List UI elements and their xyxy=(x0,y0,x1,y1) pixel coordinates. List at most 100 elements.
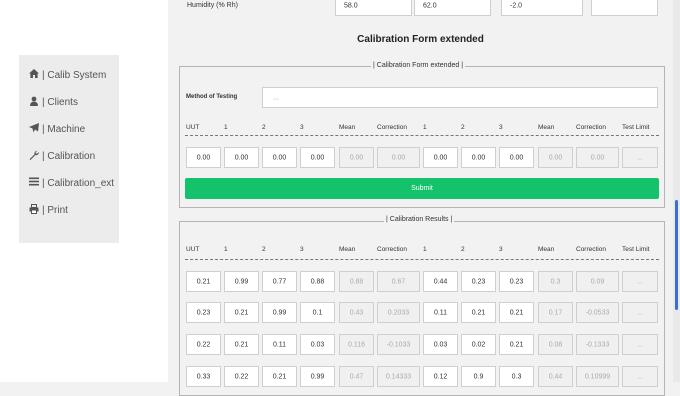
value-field[interactable]: -0.1333 xyxy=(576,334,619,355)
column-header: 3 xyxy=(499,246,503,253)
value-field[interactable]: 0.21 xyxy=(461,302,496,323)
value-field[interactable]: 0.3 xyxy=(538,271,573,292)
value-field[interactable]: 0.99 xyxy=(300,366,335,387)
value-field[interactable]: 0.00 xyxy=(499,147,534,168)
humidity-value-field[interactable]: 62.0 xyxy=(414,0,491,16)
value-field[interactable]: ... xyxy=(622,302,658,323)
value-field[interactable]: 0.11 xyxy=(423,302,458,323)
value-field[interactable]: ... xyxy=(622,334,658,355)
value-field[interactable]: 0.21 xyxy=(499,334,534,355)
column-header: Mean xyxy=(538,124,555,131)
value-field[interactable]: 0.67 xyxy=(377,271,420,292)
value-field[interactable]: 0.08 xyxy=(538,334,573,355)
sidebar-item-label: | Clients xyxy=(42,97,78,108)
humidity-value-field[interactable] xyxy=(591,0,658,16)
value-field[interactable]: 0.21 xyxy=(262,366,297,387)
value-field[interactable]: 0.23 xyxy=(461,271,496,292)
value-field[interactable]: 0.17 xyxy=(538,302,573,323)
sidebar-item-label: | Calibration xyxy=(42,151,96,162)
list-icon xyxy=(29,177,40,189)
value-field[interactable]: 0.00 xyxy=(576,147,619,168)
value-field[interactable]: 0.21 xyxy=(186,271,221,292)
value-field[interactable]: 0.21 xyxy=(224,302,259,323)
vertical-scrollbar[interactable] xyxy=(673,0,680,382)
sidebar-item-machine[interactable]: | Machine xyxy=(29,123,85,136)
value-field[interactable]: 0.10999 xyxy=(576,366,619,387)
value-field[interactable]: 0.12 xyxy=(423,366,458,387)
value-field[interactable]: 0.23 xyxy=(186,302,221,323)
column-header: 3 xyxy=(300,124,304,131)
value-field[interactable]: ... xyxy=(622,147,658,168)
value-field[interactable]: 0.00 xyxy=(377,147,420,168)
column-header: 2 xyxy=(262,246,266,253)
humidity-value-field[interactable]: 58.0 xyxy=(335,0,412,16)
value-field[interactable]: -0.1033 xyxy=(377,334,420,355)
value-field[interactable]: 0.116 xyxy=(339,334,374,355)
sidebar-item-calib-system[interactable]: | Calib System xyxy=(29,69,106,81)
sidebar-item-print[interactable]: | Print xyxy=(29,204,68,217)
value-field[interactable]: 0.23 xyxy=(499,271,534,292)
column-header: 1 xyxy=(224,124,228,131)
value-field[interactable]: 0.00 xyxy=(186,147,221,168)
column-header: 1 xyxy=(224,246,228,253)
value-field[interactable]: 0.47 xyxy=(339,366,374,387)
value-field[interactable]: 0.77 xyxy=(262,271,297,292)
value-field[interactable]: 0.11 xyxy=(262,334,297,355)
value-field[interactable]: 0.00 xyxy=(300,147,335,168)
value-field[interactable]: 0.3 xyxy=(499,366,534,387)
scrollbar-thumb[interactable] xyxy=(675,200,678,310)
column-header: Test Limit xyxy=(622,124,650,131)
value-field[interactable]: 0.99 xyxy=(262,302,297,323)
value-field[interactable]: ... xyxy=(622,366,658,387)
value-field[interactable]: 0.00 xyxy=(538,147,573,168)
value-field[interactable]: 0.00 xyxy=(423,147,458,168)
print-icon xyxy=(29,204,40,217)
column-header: UUT xyxy=(186,124,200,131)
value-field[interactable]: 0.00 xyxy=(224,147,259,168)
value-field[interactable]: 0.21 xyxy=(499,302,534,323)
value-field[interactable]: 0.09 xyxy=(576,271,619,292)
value-field[interactable]: 0.03 xyxy=(423,334,458,355)
value-field[interactable]: 0.00 xyxy=(262,147,297,168)
value-field[interactable]: 0.99 xyxy=(224,271,259,292)
value-field[interactable]: 0.2033 xyxy=(377,302,420,323)
value-field[interactable]: -0.0533 xyxy=(576,302,619,323)
value-field[interactable]: 0.21 xyxy=(224,334,259,355)
value-field[interactable]: 0.44 xyxy=(423,271,458,292)
method-of-testing-input[interactable]: ... xyxy=(262,87,658,108)
value-field[interactable]: 0.03 xyxy=(300,334,335,355)
value-field[interactable]: ... xyxy=(622,271,658,292)
value-field[interactable]: 0.9 xyxy=(461,366,496,387)
value-field[interactable]: 0.88 xyxy=(300,271,335,292)
value-field[interactable]: 0.1 xyxy=(300,302,335,323)
method-of-testing-label: Method of Testing xyxy=(186,94,238,100)
value-field[interactable]: 0.33 xyxy=(186,366,221,387)
value-field[interactable]: 0.14333 xyxy=(377,366,420,387)
sidebar-item-label: | Machine xyxy=(42,124,86,135)
column-header: 3 xyxy=(499,124,503,131)
divider xyxy=(185,135,659,136)
value-field[interactable]: 0.22 xyxy=(224,366,259,387)
column-header: 1 xyxy=(423,124,427,131)
sidebar-item-label: | Calib System xyxy=(42,69,107,81)
value-field[interactable]: 0.22 xyxy=(186,334,221,355)
value-field[interactable]: 0.44 xyxy=(538,366,573,387)
column-header: UUT xyxy=(186,246,200,253)
value-field[interactable]: 0.43 xyxy=(339,302,374,323)
form-legend: | Calibration Form extended | xyxy=(371,62,466,69)
home-icon xyxy=(29,69,40,81)
value-field[interactable]: 0.02 xyxy=(461,334,496,355)
value-field[interactable]: 0.88 xyxy=(339,271,374,292)
sidebar-item-calibration-ext[interactable]: | Calibration_ext xyxy=(29,177,114,189)
submit-button[interactable]: Submit xyxy=(185,178,659,199)
column-header: Mean xyxy=(339,124,356,131)
column-header: 1 xyxy=(423,246,427,253)
sidebar-item-clients[interactable]: | Clients xyxy=(29,96,78,109)
humidity-value-field[interactable]: -2.0 xyxy=(501,0,583,16)
value-field[interactable]: 0.00 xyxy=(461,147,496,168)
value-field[interactable]: 0.00 xyxy=(339,147,374,168)
sidebar-item-label: | Calibration_ext xyxy=(42,177,115,189)
column-header: Mean xyxy=(538,246,555,253)
column-header: Correction xyxy=(576,246,606,253)
sidebar-item-calibration[interactable]: | Calibration xyxy=(29,150,95,163)
